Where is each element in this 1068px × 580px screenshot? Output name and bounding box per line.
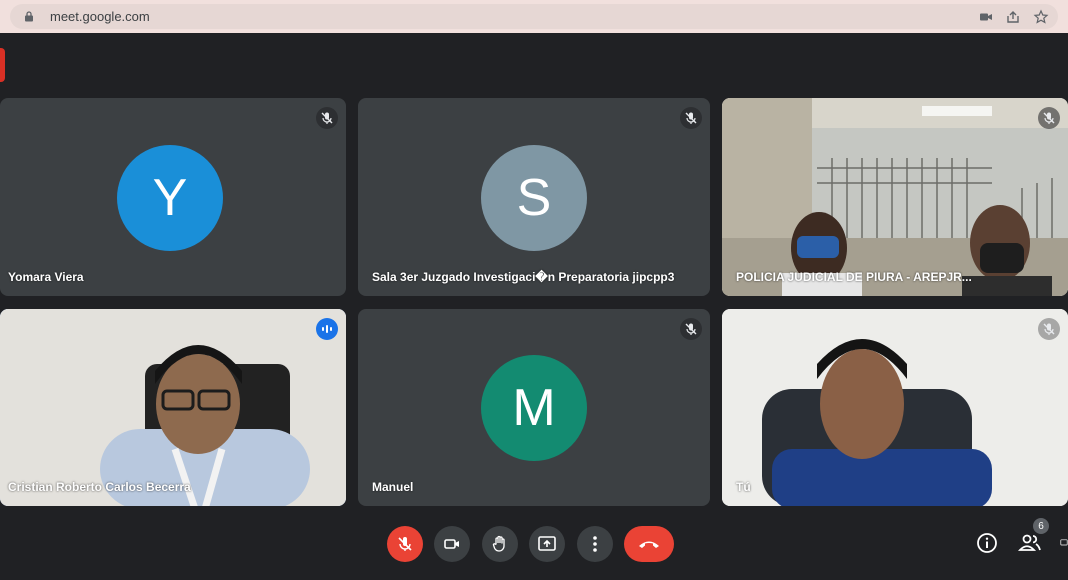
info-icon — [977, 533, 997, 553]
participant-name: Sala 3er Juzgado Investigaci�n Preparato… — [372, 270, 675, 284]
participant-video-tile[interactable]: Cristian Roberto Carlos Becerra — [0, 309, 346, 506]
avatar: M — [481, 355, 587, 461]
video-feed — [0, 309, 346, 506]
hand-icon — [492, 535, 505, 552]
avatar-initial: S — [516, 169, 552, 227]
mic-off-icon — [316, 107, 338, 129]
participant-name: Tú — [736, 480, 751, 494]
speaking-indicator-icon — [316, 318, 338, 340]
participant-name: POLICIA JUDICIAL DE PIURA - AREPJR... — [736, 270, 972, 284]
present-screen-button[interactable] — [529, 526, 565, 562]
participant-name: Manuel — [372, 480, 414, 494]
video-feed — [722, 98, 1068, 296]
mic-toggle-button[interactable] — [387, 526, 423, 562]
videocam-icon — [444, 539, 459, 549]
lock-icon — [25, 11, 33, 22]
camera-toggle-button[interactable] — [434, 526, 470, 562]
avatar: S — [481, 145, 587, 251]
video-feed — [722, 309, 1068, 506]
mic-off-icon — [680, 318, 702, 340]
participant-tile[interactable]: M Manuel — [358, 309, 710, 506]
recording-indicator — [0, 48, 5, 82]
avatar-initial: Y — [152, 169, 188, 227]
mic-off-icon — [398, 537, 412, 551]
avatar-initial: M — [512, 379, 556, 437]
meeting-details-button[interactable] — [974, 530, 1000, 556]
participant-tile[interactable]: Y Yomara Viera — [0, 98, 346, 296]
mic-off-icon — [1038, 107, 1060, 129]
people-count-badge: 6 — [1033, 518, 1049, 534]
mic-off-icon — [1038, 318, 1060, 340]
more-vert-icon — [593, 536, 597, 552]
mic-off-icon — [680, 107, 702, 129]
url-field[interactable]: meet.google.com — [10, 4, 1058, 29]
url-text: meet.google.com — [50, 9, 150, 24]
avatar: Y — [117, 145, 223, 251]
people-icon — [1018, 534, 1041, 551]
share-icon[interactable] — [1005, 9, 1021, 25]
participant-name: Yomara Viera — [8, 270, 84, 284]
participant-tile[interactable]: S Sala 3er Juzgado Investigaci�n Prepara… — [358, 98, 710, 296]
present-icon — [538, 536, 556, 551]
star-icon[interactable] — [1033, 9, 1049, 25]
participant-video-tile[interactable]: POLICIA JUDICIAL DE PIURA - AREPJR... — [722, 98, 1068, 296]
camera-icon[interactable] — [978, 9, 994, 25]
chat-icon — [1060, 539, 1068, 546]
browser-address-bar: meet.google.com — [0, 0, 1068, 33]
end-call-button[interactable] — [624, 526, 674, 562]
participant-video-tile[interactable]: Tú — [722, 309, 1068, 506]
chat-button[interactable] — [1060, 530, 1068, 556]
raise-hand-button[interactable] — [482, 526, 518, 562]
more-options-button[interactable] — [577, 526, 613, 562]
participant-name: Cristian Roberto Carlos Becerra — [8, 480, 191, 494]
call-end-icon — [639, 541, 659, 548]
